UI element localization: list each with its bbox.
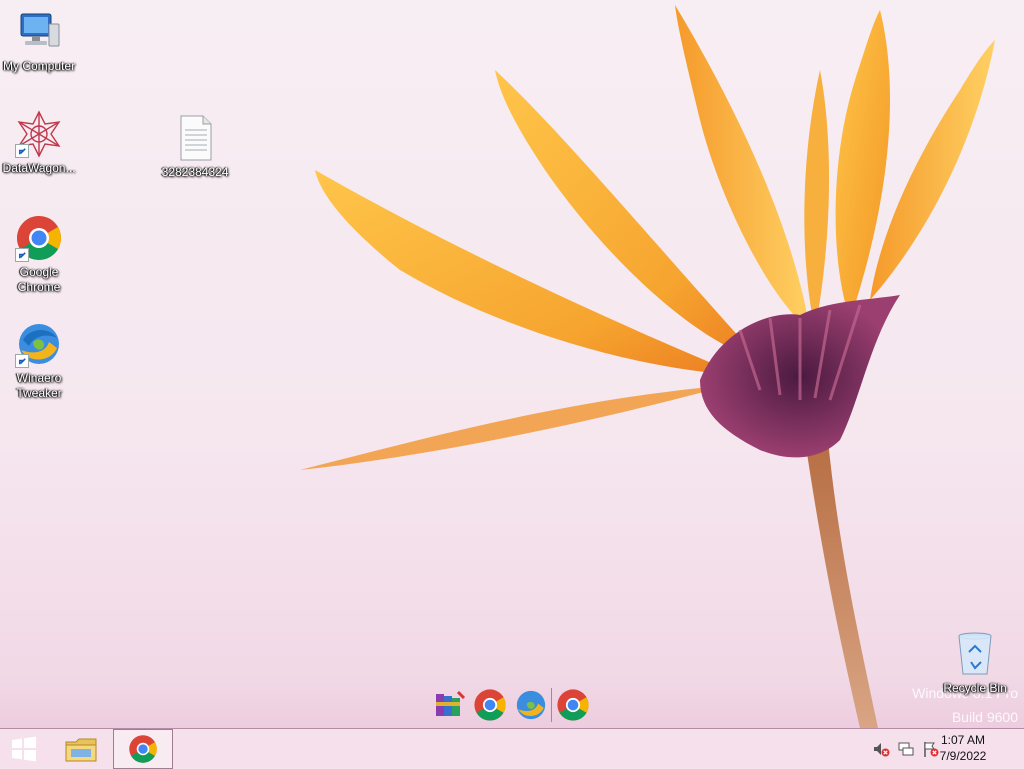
desktop-icon-label: 3282384324 bbox=[161, 165, 229, 179]
network-icon[interactable] bbox=[897, 740, 915, 758]
windows-logo-icon bbox=[12, 736, 36, 762]
winrar-icon[interactable] bbox=[432, 688, 466, 722]
desktop-icon-datawagon[interactable]: DataWagon... bbox=[0, 110, 78, 176]
recycle-bin-icon bbox=[951, 630, 999, 678]
chrome-icon bbox=[129, 735, 157, 763]
clock-time: 1:07 AM bbox=[940, 733, 986, 747]
dock-separator bbox=[551, 688, 552, 722]
chrome-icon[interactable] bbox=[556, 688, 590, 722]
speaker-muted-icon[interactable] bbox=[872, 740, 890, 758]
desktop-icon-label: My Computer bbox=[2, 59, 76, 73]
shortcut-arrow-icon bbox=[15, 144, 29, 158]
taskbar-chrome-button[interactable] bbox=[113, 729, 173, 769]
desktop-icon-label: Recycle Bin bbox=[943, 681, 1007, 695]
app-dock bbox=[430, 686, 600, 726]
desktop-icon-winaero-tweaker[interactable]: Winaero Tweaker bbox=[0, 320, 78, 401]
desktop-icon-label: Winaero Tweaker bbox=[16, 371, 62, 400]
chrome-icon[interactable] bbox=[473, 688, 507, 722]
winaero-icon[interactable] bbox=[514, 688, 548, 722]
taskbar-file-explorer-button[interactable] bbox=[56, 729, 106, 769]
start-button[interactable] bbox=[0, 729, 48, 769]
desktop-wallpaper bbox=[300, 5, 995, 728]
file-explorer-icon bbox=[65, 738, 97, 762]
computer-icon bbox=[15, 8, 63, 56]
taskbar-clock[interactable]: 1:07 AM 7/9/2022 bbox=[918, 732, 1008, 764]
desktop-icon-label: Google Chrome bbox=[17, 265, 61, 294]
desktop-icon-label: DataWagon... bbox=[2, 161, 76, 175]
desktop-icon-recycle-bin[interactable]: Recycle Bin bbox=[936, 630, 1014, 696]
text-document-icon bbox=[171, 114, 219, 162]
desktop-icon-google-chrome[interactable]: Google Chrome bbox=[0, 214, 78, 295]
windows-build-watermark: Build 9600 bbox=[951, 709, 1018, 725]
desktop-icon-text-file[interactable]: 3282384324 bbox=[156, 114, 234, 180]
winaero-icon bbox=[15, 320, 63, 368]
datawagon-icon bbox=[15, 110, 63, 158]
taskbar: 1:07 AM 7/9/2022 bbox=[0, 728, 1024, 769]
desktop-icon-my-computer[interactable]: My Computer bbox=[0, 8, 78, 74]
clock-date: 7/9/2022 bbox=[939, 749, 987, 763]
shortcut-arrow-icon bbox=[15, 248, 29, 262]
shortcut-arrow-icon bbox=[15, 354, 29, 368]
chrome-icon bbox=[15, 214, 63, 262]
